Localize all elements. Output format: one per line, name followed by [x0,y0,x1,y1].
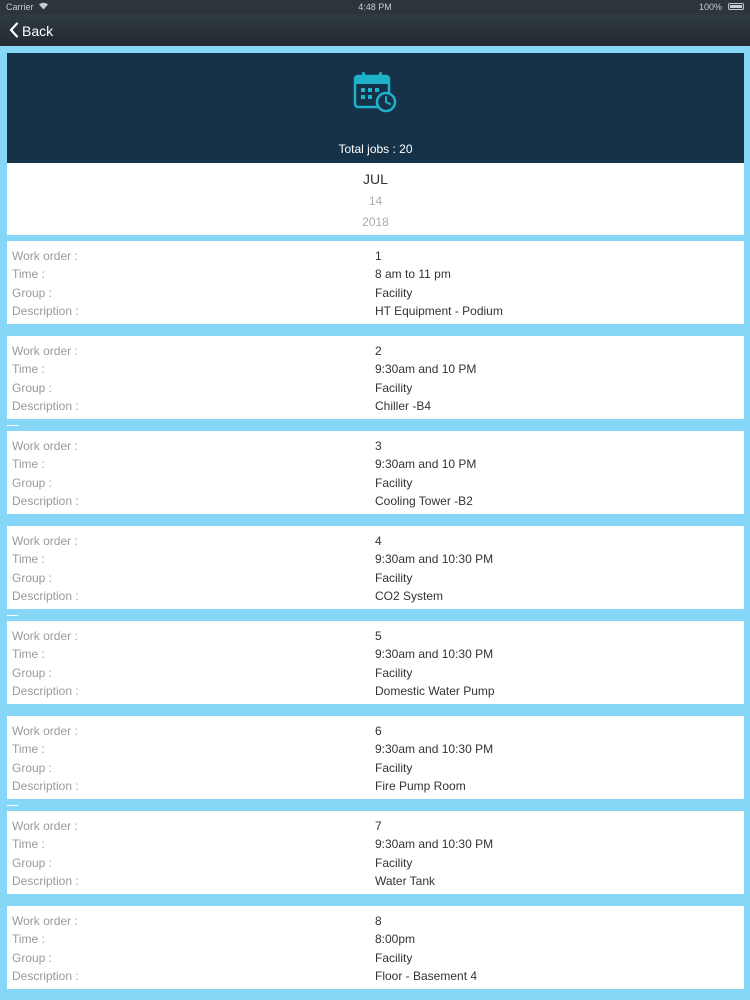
time-value: 8 am to 11 pm [375,267,451,281]
date-panel: JUL 14 2018 [7,163,744,235]
description-value: Fire Pump Room [375,779,466,793]
time-value: 9:30am and 10 PM [375,362,477,376]
group-value: Facility [375,571,413,585]
back-label: Back [22,23,54,39]
description-label: Description : [12,304,79,318]
group-value: Facility [375,381,413,395]
status-bar: Carrier 4:48 PM 100% [0,0,750,14]
job-card[interactable]: Work order :7 Time :9:30am and 10:30 PM … [7,811,744,894]
navigation-bar: Back [0,14,750,46]
time-label: Time : [12,457,45,471]
total-jobs-label: Total jobs : 20 [338,142,413,156]
description-value: Cooling Tower -B2 [375,494,473,508]
job-card[interactable]: Work order : 8 Time : 8:00pm Group : Facili… [7,906,744,989]
description-label: Description : [12,399,79,413]
job-card[interactable]: Work order :6 Time :9:30am and 10:30 PM … [7,716,744,799]
group-label: Group : [12,476,53,490]
group-label: Group : [12,856,53,870]
group-label: Group : [12,761,53,775]
summary-header: Total jobs : 20 [7,53,744,163]
time-label: Time : [12,932,45,946]
work-order-label: Work order : [12,914,78,928]
separator [7,615,18,616]
group-label: Group : [12,951,53,965]
job-card[interactable]: Work order : 3 Time : 9:30am and 10 PM Gro… [7,431,744,514]
description-label: Description : [12,874,79,888]
group-label: Group : [12,381,53,395]
job-card[interactable]: Work order :4 Time :9:30am and 10:30 PM … [7,526,744,609]
work-order-label: Work order : [12,439,78,453]
group-value: Facility [375,761,413,775]
time-value: 9:30am and 10:30 PM [375,647,494,661]
description-label: Description : [12,494,79,508]
date-month: JUL [363,171,388,187]
chevron-left-icon [9,21,22,41]
job-list-screen[interactable]: Total jobs : 20 JUL 14 2018 Work order :… [0,46,750,1000]
description-value: HT Equipment - Podium [375,304,503,318]
work-order-label: Work order : [12,819,78,833]
group-label: Group : [12,666,53,680]
work-order-value: 2 [375,344,382,358]
description-label: Description : [12,589,79,603]
time-label: Time : [12,552,45,566]
group-value: Facility [375,476,413,490]
date-year: 2018 [362,215,389,229]
group-value: Facility [375,951,413,965]
group-value: Facility [375,666,413,680]
description-label: Description : [12,969,79,983]
work-order-label: Work order : [12,629,78,643]
separator [7,425,18,426]
time-value: 9:30am and 10:30 PM [375,552,494,566]
description-label: Description : [12,779,79,793]
work-order-value: 6 [375,724,382,738]
separator [7,805,18,806]
group-label: Group : [12,571,53,585]
time-label: Time : [12,742,45,756]
time-label: Time : [12,362,45,376]
work-order-value: 1 [375,249,382,263]
work-order-value: 4 [375,534,382,548]
battery-icon [728,3,744,10]
back-button[interactable]: Back [9,20,53,42]
group-value: Facility [375,286,413,300]
group-value: Facility [375,856,413,870]
time-label: Time : [12,267,45,281]
time-value: 8:00pm [375,932,416,946]
job-card[interactable]: Work order : 1 Time : 8 am to 11 pm Group … [7,241,744,324]
date-day: 14 [368,194,383,208]
work-order-label: Work order : [12,534,78,548]
work-order-label: Work order : [12,249,78,263]
work-order-value: 8 [375,914,382,928]
job-card[interactable]: Work order : 2 Time : 9:30am and 10 PM Gro… [7,336,744,419]
status-time: 4:48 PM [358,2,392,12]
group-label: Group : [12,286,53,300]
time-value: 9:30am and 10 PM [375,457,477,471]
battery-percent: 100% [698,2,722,12]
description-label: Description : [12,684,79,698]
description-value: Domestic Water Pump [375,684,495,698]
description-value: Chiller -B4 [375,399,432,413]
work-order-value: 7 [375,819,382,833]
calendar-clock-icon [353,71,397,118]
time-label: Time : [12,837,45,851]
time-value: 9:30am and 10:30 PM [375,837,494,851]
job-card[interactable]: Work order :5 Time :9:30am and 10:30 PM … [7,621,744,704]
time-label: Time : [12,647,45,661]
description-value: CO2 System [375,589,444,603]
description-value: Water Tank [375,874,436,888]
description-value: Floor - Basement 4 [375,969,478,983]
work-order-label: Work order : [12,344,78,358]
work-order-value: 5 [375,629,382,643]
work-order-label: Work order : [12,724,78,738]
work-order-value: 3 [375,439,382,453]
time-value: 9:30am and 10:30 PM [375,742,494,756]
